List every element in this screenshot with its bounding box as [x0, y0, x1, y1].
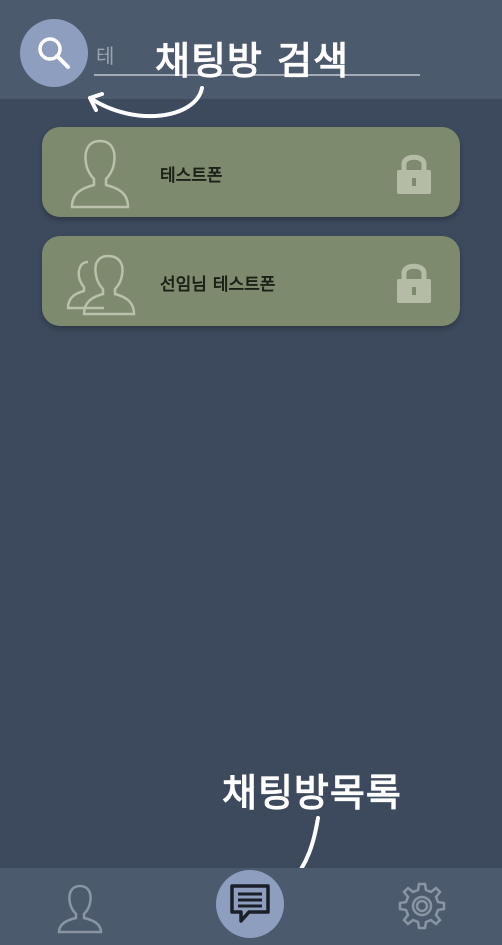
chat-room-list: 테스트폰 선임님 테스트폰 [42, 127, 460, 345]
nav-profile-button[interactable] [54, 882, 106, 934]
profile-icon [57, 884, 103, 934]
annotation-arrow-search [88, 86, 204, 119]
gear-icon [398, 882, 446, 930]
chat-list-annotation: 채팅방목록 [222, 771, 402, 815]
lock-icon [397, 263, 431, 303]
chat-room-item[interactable]: 선임님 테스트폰 [42, 236, 460, 326]
search-annotation: 채팅방 검색 [155, 39, 350, 83]
chat-room-name: 선임님 테스트폰 [160, 275, 276, 295]
lock-icon [397, 154, 431, 194]
chat-list-icon [230, 884, 270, 923]
chat-room-item[interactable]: 테스트폰 [42, 127, 460, 217]
chat-room-name: 테스트폰 [160, 166, 223, 186]
single-user-icon [70, 139, 130, 209]
search-button[interactable] [20, 19, 88, 87]
nav-settings-button[interactable] [396, 880, 448, 932]
search-icon [38, 37, 70, 69]
group-users-icon [66, 254, 136, 316]
nav-chat-list-button[interactable] [216, 870, 284, 938]
